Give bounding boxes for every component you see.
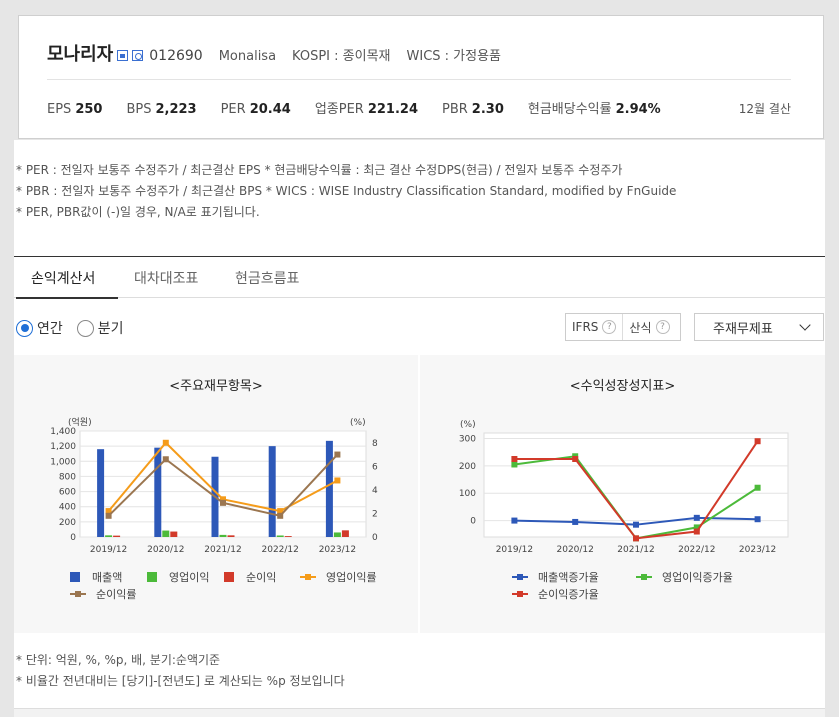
building-icon[interactable] [132, 50, 144, 61]
financial-section: * PER : 전일자 보통주 수정주가 / 최근결산 EPS * 현금배당수익… [14, 140, 825, 717]
home-icon[interactable] [117, 50, 129, 61]
company-name: 모나리자 [47, 44, 114, 65]
radio-quarter[interactable] [76, 319, 94, 337]
chevron-down-icon [799, 319, 811, 331]
legend-item: 매출액 [70, 569, 122, 585]
note-line: * PBR : 전일자 보통주 수정주가 / 최근결산 BPS * WICS :… [16, 184, 677, 198]
legend-swatch [512, 574, 528, 580]
note-line: * PER, PBR값이 (-)일 경우, N/A로 표기됩니다. [16, 205, 260, 219]
radio-quarter-label[interactable]: 분기 [98, 318, 124, 338]
wics-sector: WICS : 가정용품 [406, 49, 502, 64]
tab-income-statement[interactable]: 손익계산서 [31, 268, 95, 288]
definition-notes: * PER : 전일자 보통주 수정주가 / 최근결산 EPS * 현금배당수익… [16, 160, 676, 223]
period-selector: 연간 분기 [16, 318, 138, 338]
stock-code: 012690 [149, 48, 203, 64]
statement-type-select[interactable]: 주재무제표 [694, 313, 824, 341]
unit-notes: * 단위: 억원, %, %p, 배, 분기:순액기준 * 비율간 전년대비는 … [16, 650, 345, 692]
formula-button[interactable]: 산식? [622, 314, 675, 340]
market-sector: KOSPI : 종이목재 [292, 49, 391, 64]
metric-industry-per: 업종PER 221.24 [314, 102, 418, 117]
metric-eps: EPS 250 [47, 102, 103, 117]
tab-balance-sheet[interactable]: 대차대조표 [134, 268, 198, 288]
legend-item: 영업이익률 [300, 569, 377, 585]
radio-annual-label[interactable]: 연간 [37, 318, 63, 338]
chart1-legend: 매출액 영업이익 순이익 영업이익률 순이익률 [14, 355, 418, 633]
active-tab-indicator [16, 297, 118, 299]
metric-per: PER 20.44 [220, 102, 291, 117]
english-name: Monalisa [218, 49, 277, 64]
legend-swatch [300, 574, 316, 580]
metrics-row: EPS 250 BPS 2,223 PER 20.44 업종PER 221.24 PBR… [47, 98, 791, 117]
legend-item: 순이익 [224, 569, 276, 585]
note-line: * 단위: 억원, %, %p, 배, 분기:순액기준 [16, 653, 221, 667]
major-financials-panel: <주요재무항목> 0 200 400 600 800 1,000 1,200 1,400 0 2 4… [14, 355, 418, 633]
bottom-strip [14, 708, 825, 717]
legend-swatch [70, 572, 80, 582]
metric-bps: BPS 2,223 [126, 102, 197, 117]
note-line: * 비율간 전년대비는 [당기]-[전년도] 로 계산되는 %p 정보입니다 [16, 674, 345, 688]
metric-dividend-yield: 현금배당수익률 2.94% [527, 102, 661, 117]
radio-annual[interactable] [16, 319, 33, 337]
help-icon[interactable]: ? [655, 320, 670, 334]
legend-item: 순이익률 [70, 586, 136, 602]
legend-swatch [224, 572, 234, 582]
metric-pbr: PBR 2.30 [442, 102, 504, 117]
legend-item: 순이익증가율 [512, 586, 599, 602]
legend-item: 영업이익 [147, 569, 209, 585]
legend-swatch [147, 572, 157, 582]
chart2-legend: 매출액증가율 영업이익증가율 순이익증가율 [420, 355, 825, 633]
tab-cash-flow[interactable]: 현금흐름표 [235, 268, 299, 288]
ifrs-button[interactable]: IFRS? [566, 314, 622, 340]
growth-indicators-panel: <수익성장성지표> 0 100 200 300 (%) 2019/12 2020/12 202… [420, 355, 825, 633]
legend-swatch [512, 591, 528, 597]
legend-item: 매출액증가율 [512, 569, 599, 585]
company-summary-card: 모나리자 012690 Monalisa KOSPI : 종이목재 WICS :… [18, 15, 824, 139]
help-icon[interactable]: ? [602, 320, 617, 334]
legend-swatch [636, 574, 652, 580]
statement-type-value: 주재무제표 [713, 321, 773, 337]
divider [47, 79, 791, 80]
legend-swatch [70, 591, 86, 597]
legend-item: 영업이익증가율 [636, 569, 733, 585]
company-header: 모나리자 012690 Monalisa KOSPI : 종이목재 WICS :… [47, 40, 501, 66]
note-line: * PER : 전일자 보통주 수정주가 / 최근결산 EPS * 현금배당수익… [16, 163, 623, 177]
settlement-month: 12월 결산 [738, 102, 791, 116]
accounting-options: IFRS? 산식? [565, 313, 681, 341]
statement-tabs: 손익계산서 대차대조표 현금흐름표 [14, 256, 825, 299]
